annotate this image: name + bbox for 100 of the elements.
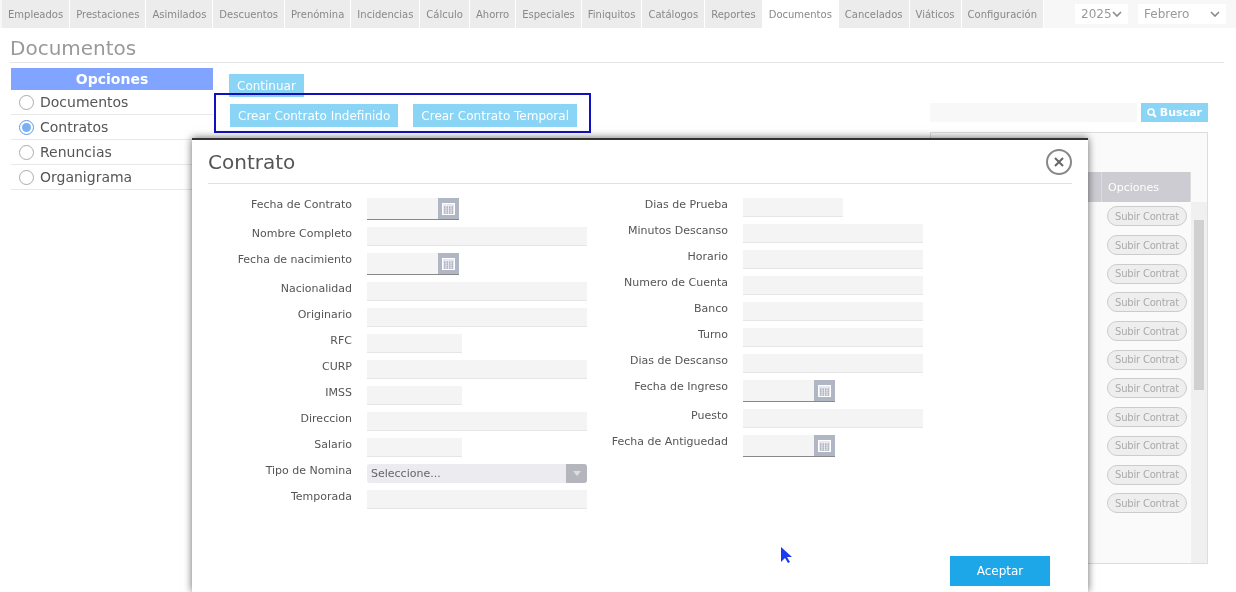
nav-tab[interactable]: Empleados — [2, 0, 71, 28]
upload-button[interactable]: Subir Contrat — [1107, 321, 1187, 342]
nav-tab[interactable]: Cancelados — [838, 0, 910, 28]
field-label: Puesto — [690, 409, 728, 422]
create-contract-button[interactable]: Crear Contrato Temporal — [413, 104, 577, 127]
text-field[interactable] — [367, 412, 587, 431]
upload-button[interactable]: Subir Contrat — [1107, 235, 1187, 256]
text-field[interactable] — [367, 386, 462, 405]
text-field[interactable] — [743, 250, 923, 269]
text-field[interactable] — [743, 302, 923, 321]
search-icon — [1146, 107, 1157, 118]
calendar-button[interactable] — [438, 253, 459, 274]
calendar-icon — [818, 439, 831, 452]
nav-tab[interactable]: Asimilados — [146, 0, 214, 28]
upload-button[interactable]: Subir Contrat — [1107, 464, 1187, 485]
field-label: Temporada — [289, 490, 352, 503]
option-label: Renuncias — [40, 144, 112, 160]
upload-button[interactable]: Subir Contrat — [1107, 349, 1187, 370]
field-label: Fecha de Antiguedad — [610, 435, 728, 448]
field-label: Numero de Cuenta — [623, 276, 728, 289]
field-label: Dias de Prueba — [643, 198, 728, 211]
nav-tab[interactable]: Catálogos — [642, 0, 706, 28]
calendar-icon — [442, 202, 455, 215]
pointer-icon — [780, 546, 792, 564]
field-label: Tipo de Nomina — [264, 464, 352, 477]
option-label: Documentos — [40, 94, 129, 110]
field-label: Originario — [296, 308, 352, 321]
close-icon — [1054, 156, 1064, 167]
field-label: Direccion — [299, 412, 352, 425]
nav-tab[interactable]: Prenómina — [285, 0, 352, 28]
text-field[interactable] — [743, 276, 923, 295]
text-field[interactable] — [743, 224, 923, 243]
field-label: Horario — [686, 250, 728, 263]
caret-icon — [572, 471, 581, 476]
field-label: Nombre Completo — [250, 227, 352, 240]
close-button[interactable] — [1046, 148, 1072, 175]
nav-tab[interactable]: Incidencias — [351, 0, 421, 28]
field-label: CURP — [321, 360, 352, 373]
field-label: RFC — [329, 334, 352, 347]
upload-button[interactable]: Subir Contrat — [1107, 292, 1187, 313]
scrollbar[interactable] — [1191, 202, 1207, 563]
text-field[interactable] — [367, 334, 462, 353]
option-label: Organigrama — [40, 169, 133, 185]
year-select[interactable]: 2025 — [1075, 4, 1128, 24]
sidebar-title: Opciones — [11, 68, 213, 90]
text-field[interactable] — [367, 438, 462, 457]
calendar-button[interactable] — [438, 198, 459, 219]
nav-tab[interactable]: Ahorro — [470, 0, 517, 28]
dropdown[interactable]: Seleccione... — [367, 464, 587, 483]
upload-button[interactable]: Subir Contrat — [1107, 493, 1187, 514]
field-label: Fecha de Ingreso — [633, 380, 728, 393]
text-field[interactable] — [743, 409, 923, 428]
text-field[interactable] — [743, 198, 843, 217]
nav-tab[interactable]: Configuración — [961, 0, 1044, 28]
continue-button[interactable]: Continuar — [229, 74, 304, 97]
calendar-icon — [442, 257, 455, 270]
nav-tab[interactable]: Especiales — [516, 0, 582, 28]
calendar-button[interactable] — [814, 435, 835, 456]
field-label: Dias de Descanso — [629, 354, 728, 367]
field-label: Turno — [696, 328, 728, 341]
date-field[interactable] — [367, 253, 459, 275]
date-field[interactable] — [367, 198, 459, 220]
text-field[interactable] — [367, 227, 587, 246]
upload-button[interactable]: Subir Contrat — [1107, 435, 1187, 456]
calendar-button[interactable] — [814, 380, 835, 401]
field-label: IMSS — [324, 386, 352, 399]
text-field[interactable] — [743, 354, 923, 373]
field-label: Minutos Descanso — [627, 224, 728, 237]
text-field[interactable] — [367, 360, 587, 379]
upload-button[interactable]: Subir Contrat — [1107, 263, 1187, 284]
upload-button[interactable]: Subir Contrat — [1107, 378, 1187, 399]
calendar-icon — [818, 384, 831, 397]
upload-button[interactable]: Subir Contrat — [1107, 206, 1187, 227]
text-field[interactable] — [743, 328, 923, 347]
upload-button[interactable]: Subir Contrat — [1107, 407, 1187, 428]
nav-tab[interactable]: Viáticos — [909, 0, 962, 28]
month-select[interactable]: Febrero — [1138, 4, 1226, 24]
nav-tab[interactable]: Reportes — [705, 0, 763, 28]
option-label: Contratos — [40, 119, 109, 135]
field-label: Banco — [692, 302, 728, 315]
nav-tab[interactable]: Cálculo — [420, 0, 470, 28]
field-label: Fecha de nacimiento — [236, 253, 352, 266]
search-button[interactable]: Buscar — [1140, 103, 1208, 122]
nav-tab[interactable]: Documentos — [762, 0, 839, 28]
chevron-icon — [1112, 11, 1122, 17]
text-field[interactable] — [367, 282, 587, 301]
sidebar-option[interactable]: Documentos — [11, 90, 213, 115]
page-title: Documentos — [10, 36, 1224, 63]
date-field[interactable] — [743, 380, 835, 402]
field-label: Nacionalidad — [279, 282, 352, 295]
field-label: Salario — [313, 438, 352, 451]
nav-tab[interactable]: Prestaciones — [70, 0, 147, 28]
chevron-icon — [1210, 11, 1220, 17]
text-field[interactable] — [367, 308, 587, 327]
create-contract-button[interactable]: Crear Contrato Indefinido — [230, 104, 399, 127]
nav-tab[interactable]: Descuentos — [213, 0, 285, 28]
accept-button[interactable]: Aceptar — [950, 556, 1050, 586]
text-field[interactable] — [367, 490, 587, 509]
nav-tab[interactable]: Finiquitos — [581, 0, 643, 28]
date-field[interactable] — [743, 435, 835, 457]
